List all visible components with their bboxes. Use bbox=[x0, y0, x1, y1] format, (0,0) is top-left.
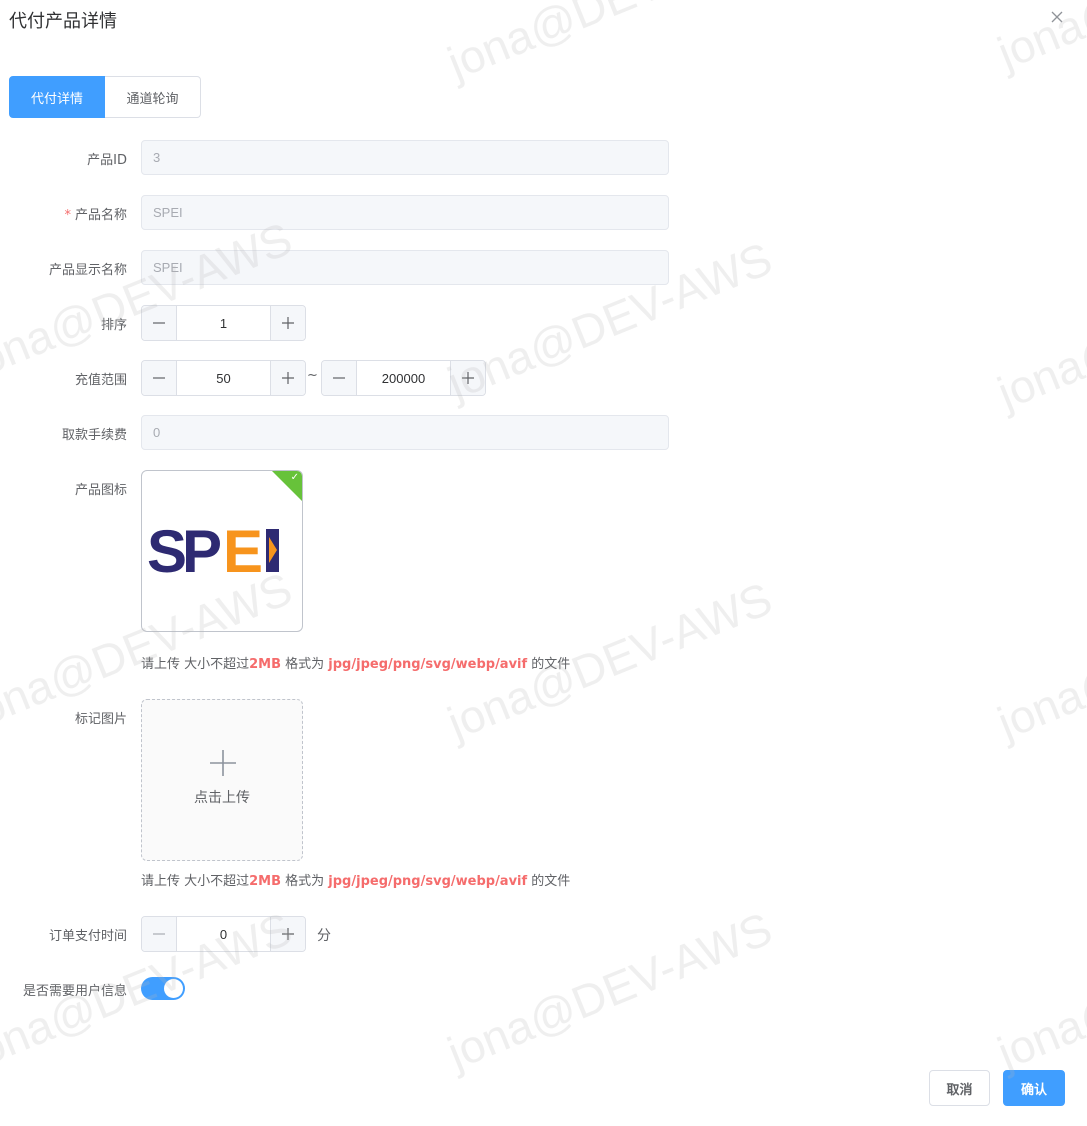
sort-decrement-button[interactable] bbox=[142, 306, 177, 340]
product-id-label: 产品ID bbox=[87, 153, 127, 168]
sort-label: 排序 bbox=[100, 318, 127, 333]
required-mark: * bbox=[64, 208, 71, 223]
recharge-max-stepper: 200000 bbox=[321, 360, 486, 396]
payment-time-label: 订单支付时间 bbox=[48, 929, 127, 944]
recharge-min-value[interactable]: 50 bbox=[177, 361, 270, 395]
display-name-field[interactable]: SPEI bbox=[141, 250, 669, 285]
plus-icon bbox=[282, 317, 294, 329]
product-name-label-text: 产品名称 bbox=[74, 208, 127, 223]
payment-time-decrement-button[interactable] bbox=[142, 917, 177, 951]
tab-channel-polling[interactable]: 通道轮询 bbox=[105, 76, 201, 118]
dialog-title: 代付产品详情 bbox=[9, 11, 117, 32]
cancel-button[interactable]: 取消 bbox=[929, 1070, 990, 1106]
close-icon bbox=[1051, 11, 1063, 23]
recharge-max-increment-button[interactable] bbox=[450, 361, 485, 395]
tab-bar: 代付详情 通道轮询 bbox=[9, 76, 201, 118]
mark-image-upload[interactable]: 点击上传 bbox=[141, 699, 303, 861]
recharge-max-decrement-button[interactable] bbox=[322, 361, 357, 395]
payment-time-unit: 分 bbox=[317, 928, 331, 944]
minus-icon bbox=[153, 933, 165, 935]
range-separator: ~ bbox=[307, 368, 318, 383]
recharge-min-decrement-button[interactable] bbox=[142, 361, 177, 395]
recharge-range-label: 充值范围 bbox=[74, 373, 127, 388]
svg-text:SP: SP bbox=[147, 523, 220, 577]
mark-image-hint: 请上传 大小不超过2MB 格式为 jpg/jpeg/png/svg/webp/a… bbox=[141, 874, 571, 889]
product-id-field[interactable]: 3 bbox=[141, 140, 669, 175]
minus-icon bbox=[153, 322, 165, 324]
minus-icon bbox=[153, 377, 165, 379]
watermark: jona@DEV-AWS bbox=[440, 0, 779, 90]
product-icon-hint: 请上传 大小不超过2MB 格式为 jpg/jpeg/png/svg/webp/a… bbox=[141, 657, 571, 672]
plus-icon bbox=[210, 750, 236, 776]
product-icon-label: 产品图标 bbox=[74, 483, 127, 498]
product-name-field[interactable]: SPEI bbox=[141, 195, 669, 230]
sort-value[interactable]: 1 bbox=[177, 306, 270, 340]
product-icon-upload[interactable]: SP E ✓ bbox=[141, 470, 303, 632]
watermark: jona@DEV-AWS bbox=[440, 902, 779, 1080]
watermark: jona@DEV-AWS bbox=[990, 242, 1087, 420]
watermark: jona@DEV-AWS bbox=[990, 902, 1087, 1080]
minus-icon bbox=[333, 377, 345, 379]
recharge-min-stepper: 50 bbox=[141, 360, 306, 396]
sort-stepper: 1 bbox=[141, 305, 306, 341]
plus-icon bbox=[462, 372, 474, 384]
confirm-button[interactable]: 确认 bbox=[1003, 1070, 1065, 1106]
watermark: jona@DEV-AWS bbox=[990, 0, 1087, 80]
need-user-info-label: 是否需要用户信息 bbox=[22, 984, 127, 999]
payment-time-value[interactable]: 0 bbox=[177, 917, 270, 951]
close-button[interactable] bbox=[1046, 6, 1068, 28]
spei-logo: SP E bbox=[147, 523, 279, 577]
payment-time-increment-button[interactable] bbox=[270, 917, 305, 951]
plus-icon bbox=[282, 372, 294, 384]
product-name-label: * 产品名称 bbox=[0, 204, 127, 223]
display-name-label: 产品显示名称 bbox=[48, 263, 127, 278]
withdraw-fee-field[interactable]: 0 bbox=[141, 415, 669, 450]
toggle-knob bbox=[164, 979, 183, 998]
sort-increment-button[interactable] bbox=[270, 306, 305, 340]
recharge-max-value[interactable]: 200000 bbox=[357, 361, 450, 395]
need-user-info-toggle[interactable] bbox=[141, 977, 185, 1000]
mark-image-label: 标记图片 bbox=[74, 712, 127, 727]
recharge-min-increment-button[interactable] bbox=[270, 361, 305, 395]
watermark: jona@DEV-AWS bbox=[990, 572, 1087, 750]
tab-payout-details[interactable]: 代付详情 bbox=[9, 76, 105, 118]
payment-time-stepper: 0 bbox=[141, 916, 306, 952]
check-icon: ✓ bbox=[290, 472, 299, 483]
svg-text:E: E bbox=[223, 523, 263, 577]
withdraw-fee-label: 取款手续费 bbox=[61, 428, 127, 443]
plus-icon bbox=[282, 928, 294, 940]
upload-label: 点击上传 bbox=[194, 790, 250, 806]
